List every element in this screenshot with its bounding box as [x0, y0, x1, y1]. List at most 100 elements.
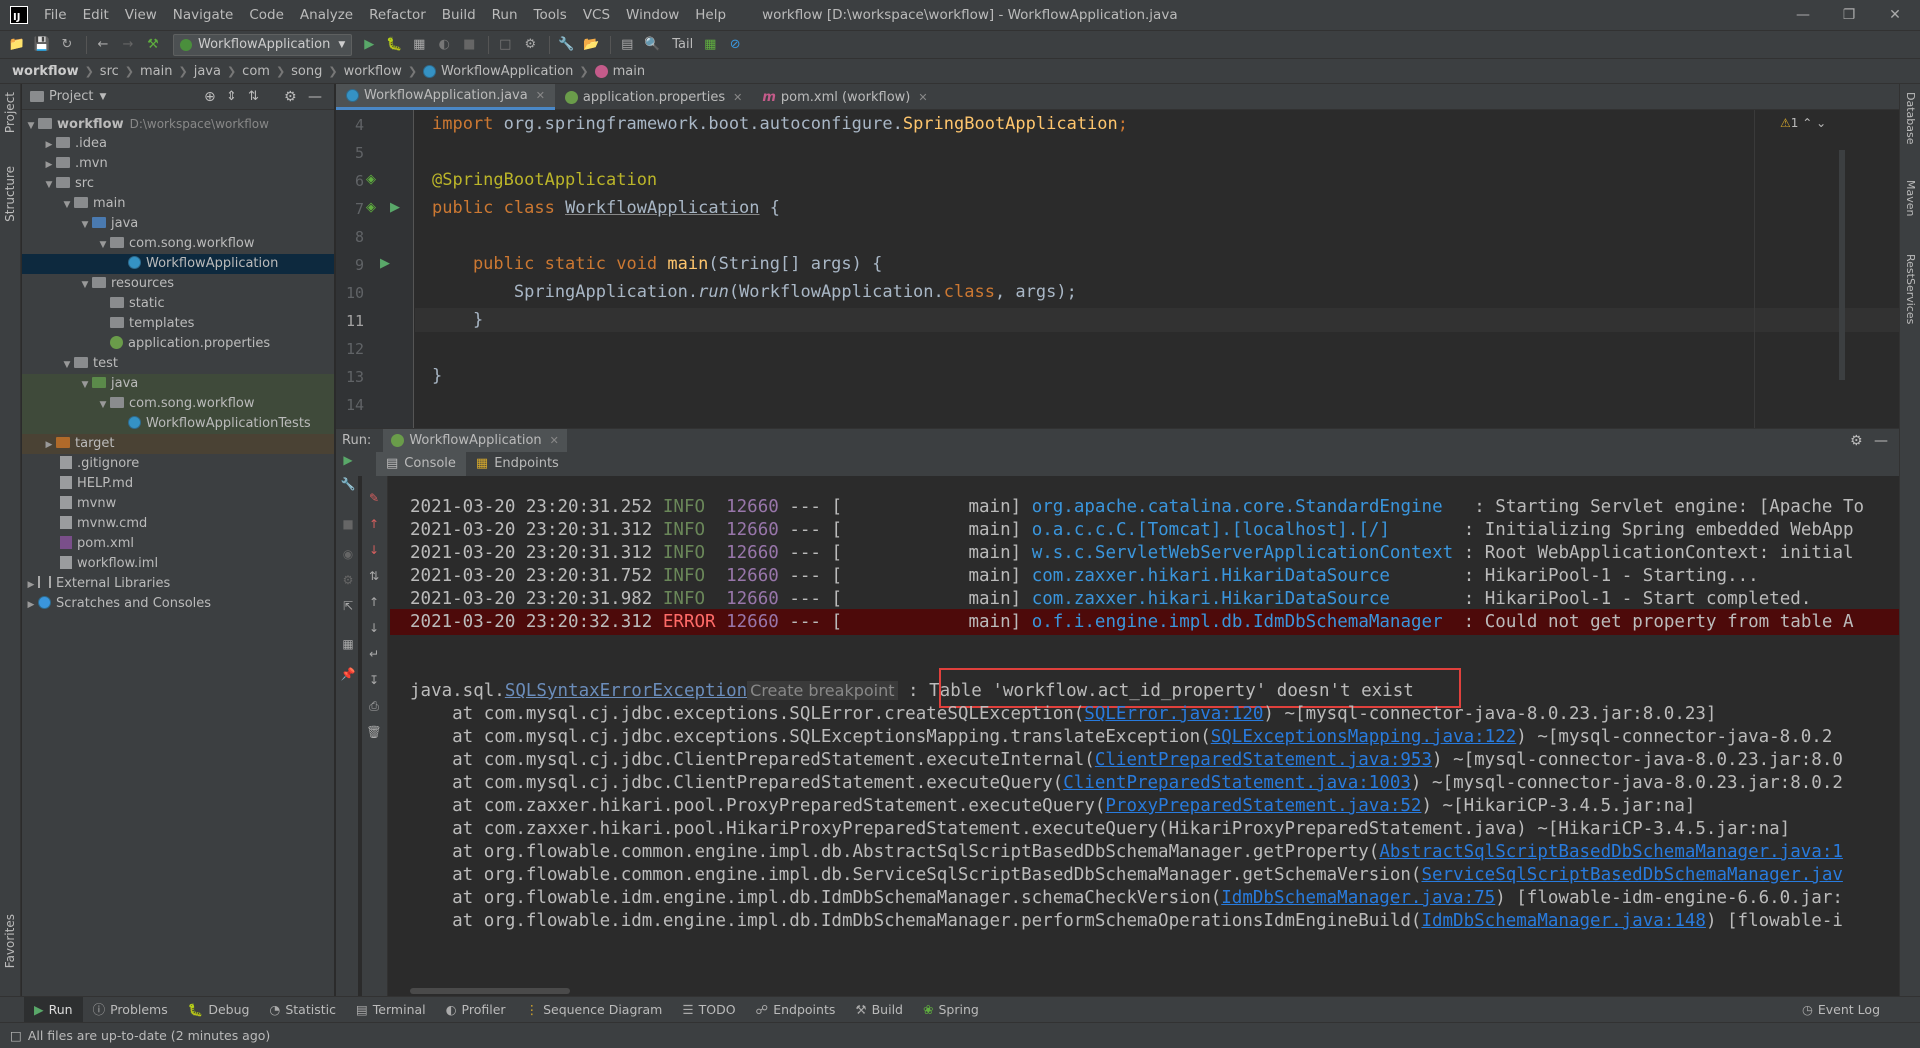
chevron-down-icon[interactable]: ▼ [24, 116, 38, 136]
tree-item-mvnw-cmd[interactable]: mvnw.cmd [22, 514, 334, 534]
tool-tab-build[interactable]: ⚒ Build [845, 997, 913, 1023]
tree-item-help-md[interactable]: HELP.md [22, 474, 334, 494]
editor-scrollbar[interactable] [1839, 150, 1845, 380]
tab-application-properties[interactable]: application.properties ✕ [555, 84, 752, 110]
terminal-icon[interactable]: ▤ [616, 34, 638, 56]
camera-icon[interactable]: ◉ [340, 546, 356, 562]
tree-item-workflow[interactable]: ▼ workflow D:\workspace\workflow [22, 114, 334, 134]
rest-services-tool-tab[interactable]: RestServices [1904, 254, 1917, 324]
console-output[interactable]: 2021-03-20 23:20:31.252 INFO 12660 --- [… [390, 476, 1899, 996]
tool-tab-statistic[interactable]: ◔ Statistic [259, 997, 346, 1023]
chevron-right-icon[interactable]: ▶ [24, 575, 38, 595]
tool-tab-event-log[interactable]: ◷ Event Log [1792, 997, 1890, 1023]
expand-all-icon[interactable]: ⇕ [226, 89, 237, 104]
profile-icon[interactable]: ◐ [433, 34, 455, 56]
hide-panel-icon[interactable]: — [1874, 433, 1888, 449]
tool-tab-sequence-diagram[interactable]: ⋮ Sequence Diagram [516, 997, 673, 1023]
crumb-workflow[interactable]: workflow [12, 64, 79, 79]
tree-item-application-properties[interactable]: application.properties [22, 334, 334, 354]
chevron-down-icon[interactable]: ⌄ [1816, 116, 1826, 130]
close-tab-icon[interactable]: ✕ [918, 91, 927, 104]
inspection-widget[interactable]: ⚠1 ⌃ ⌄ [1780, 116, 1826, 130]
stack-source-link[interactable]: ClientPreparedStatement.java:1003 [1063, 773, 1411, 793]
code-editor[interactable]: 4 5 6 7 8 9 10 11 12 13 14 ◈ ◈ ▶ ▶ impor… [336, 110, 1899, 428]
close-tab-icon[interactable]: ✕ [550, 434, 559, 447]
stop-icon[interactable]: ■ [340, 516, 356, 532]
console-horizontal-scrollbar[interactable] [410, 988, 570, 994]
menu-edit[interactable]: Edit [75, 0, 117, 30]
maven-tool-tab[interactable]: Maven [1904, 180, 1917, 216]
crumb-class[interactable]: WorkflowApplication [441, 64, 573, 79]
tool-tab-terminal[interactable]: ▤ Terminal [346, 997, 436, 1023]
chevron-down-icon[interactable]: ▼ [96, 395, 110, 415]
crumb-workflow-pkg[interactable]: workflow [344, 64, 402, 79]
tree-item-templates[interactable]: templates [22, 314, 334, 334]
run-config-tab[interactable]: WorkflowApplication ✕ [383, 428, 567, 453]
tree-item-scratches[interactable]: ▶ Scratches and Consoles [22, 594, 334, 614]
spring-bean-icon[interactable]: ◈ [366, 200, 376, 215]
stack-source-link[interactable]: ProxyPreparedStatement.java:52 [1105, 796, 1421, 816]
run-icon[interactable]: ▶ [358, 34, 380, 56]
tool-tab-spring[interactable]: ❀ Spring [913, 997, 989, 1023]
layout-icon[interactable]: ▦ [340, 636, 356, 652]
tree-item-package[interactable]: ▼ com.song.workflow [22, 234, 334, 254]
debug-icon[interactable]: 🐛 [383, 34, 405, 56]
menu-refactor[interactable]: Refactor [361, 0, 434, 30]
tool-tab-run[interactable]: ▶ Run [24, 996, 83, 1023]
menu-help[interactable]: Help [687, 0, 734, 30]
exit-icon[interactable]: ⇱ [340, 598, 356, 614]
sync-icon[interactable]: ↻ [56, 34, 78, 56]
menu-code[interactable]: Code [241, 0, 292, 30]
stack-source-link[interactable]: IdmDbSchemaManager.java:148 [1421, 911, 1705, 931]
scroll-up-icon[interactable]: ↑ [366, 594, 382, 610]
tail-button[interactable]: Tail [672, 37, 693, 52]
stack-source-link[interactable]: SQLExceptionsMapping.java:122 [1211, 727, 1517, 747]
gear-icon[interactable]: ⚙ [284, 89, 297, 105]
tab-endpoints[interactable]: ▦ Endpoints [466, 452, 569, 476]
crumb-src[interactable]: src [100, 64, 119, 79]
tree-item-target[interactable]: ▶ target [22, 434, 334, 454]
scroll-down-icon[interactable]: ↓ [366, 620, 382, 636]
wrench-icon[interactable]: 🔧 [340, 476, 356, 492]
menu-file[interactable]: File [36, 0, 75, 30]
search-icon[interactable]: 🔍 [641, 34, 663, 56]
favorites-tool-tab[interactable]: Favorites [3, 914, 17, 968]
menu-window[interactable]: Window [618, 0, 687, 30]
tool-tab-debug[interactable]: 🐛 Debug [178, 997, 260, 1023]
tree-item-gitignore[interactable]: .gitignore [22, 454, 334, 474]
spring-bean-icon[interactable]: ◈ [366, 172, 376, 187]
tree-item-external-libraries[interactable]: ▶ External Libraries [22, 574, 334, 594]
chevron-down-icon[interactable]: ▼ [42, 175, 56, 195]
run-configuration-select[interactable]: WorkflowApplication ▼ [173, 33, 353, 56]
disabled-icon[interactable]: ⊘ [724, 34, 746, 56]
chevron-right-icon[interactable]: ▶ [42, 135, 56, 155]
chevron-down-icon[interactable]: ▼ [96, 235, 110, 255]
close-window-icon[interactable]: ✕ [1872, 0, 1918, 30]
run-gutter-icon[interactable]: ▶ [380, 256, 390, 271]
tree-item-mvnw[interactable]: mvnw [22, 494, 334, 514]
menu-analyze[interactable]: Analyze [292, 0, 361, 30]
trash-icon[interactable]: 🗑 [366, 724, 382, 740]
tree-item-idea[interactable]: ▶ .idea [22, 134, 334, 154]
run-gutter-icon[interactable]: ▶ [390, 200, 400, 215]
chart-icon[interactable]: ▦ [699, 34, 721, 56]
stack-source-link[interactable]: AbstractSqlScriptBasedDbSchemaManager.ja… [1379, 842, 1843, 862]
menu-view[interactable]: View [117, 0, 165, 30]
menu-tools[interactable]: Tools [526, 0, 575, 30]
chevron-right-icon[interactable]: ▶ [24, 595, 38, 615]
sort-icon[interactable]: ⇅ [366, 568, 382, 584]
build-hammer-icon[interactable]: ⚒ [142, 34, 164, 56]
tool-tab-profiler[interactable]: ◐ Profiler [436, 997, 516, 1023]
tree-item-test-java[interactable]: ▼ java [22, 374, 334, 394]
crumb-java[interactable]: java [194, 64, 221, 79]
project-structure-icon[interactable]: 📂 [580, 34, 602, 56]
chevron-down-icon[interactable]: ▼ [99, 92, 106, 102]
database-tool-tab[interactable]: Database [1904, 92, 1917, 145]
chevron-down-icon[interactable]: ▼ [60, 355, 74, 375]
chevron-down-icon[interactable]: ▼ [78, 215, 92, 235]
vcs-icon[interactable]: ⚙ [519, 34, 541, 56]
tree-item-workflow-iml[interactable]: workflow.iml [22, 554, 334, 574]
save-all-icon[interactable]: 💾 [31, 34, 53, 56]
pin-icon[interactable]: 📌 [340, 666, 356, 682]
attach-icon[interactable]: □ [494, 34, 516, 56]
